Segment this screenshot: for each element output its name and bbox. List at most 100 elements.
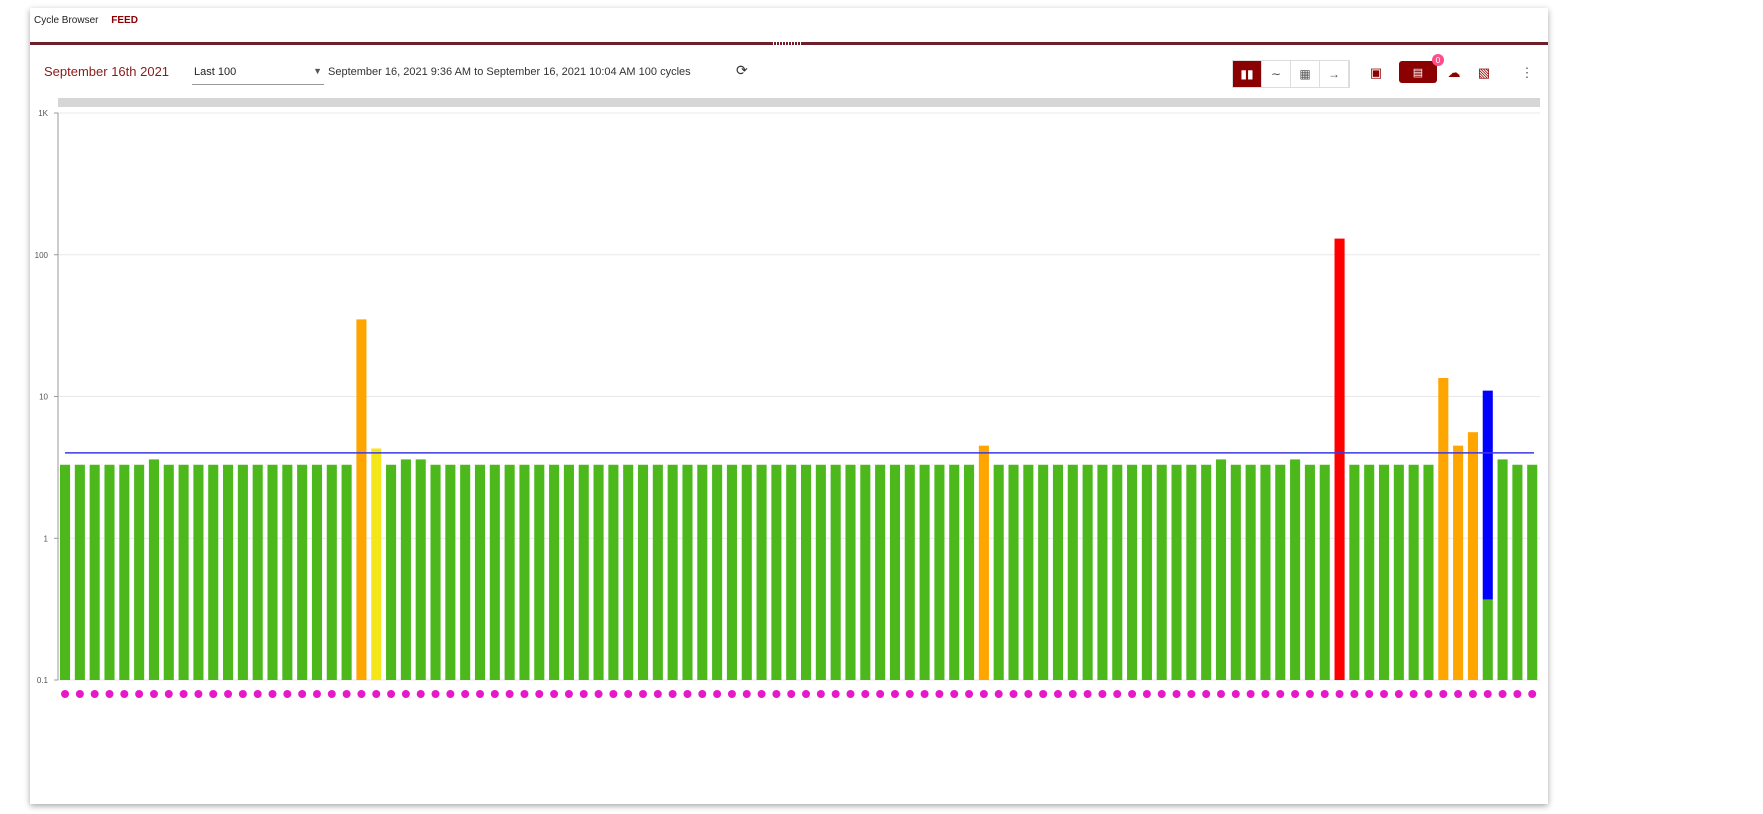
y-tick-label: 10	[39, 393, 48, 402]
bar	[297, 464, 308, 680]
cycle-marker	[624, 690, 633, 698]
bar	[1023, 464, 1034, 680]
bar	[889, 464, 900, 680]
bar	[504, 464, 515, 680]
cycle-marker	[890, 690, 899, 698]
cycle-marker	[520, 690, 529, 698]
bar	[697, 464, 708, 680]
cycle-marker	[1187, 690, 1196, 698]
bar	[1230, 464, 1241, 680]
bar	[741, 464, 752, 680]
bar	[208, 464, 219, 680]
bar	[282, 464, 293, 680]
bar	[326, 464, 337, 680]
bar	[1497, 459, 1508, 680]
cycle-marker	[135, 690, 144, 698]
cycle-marker	[1365, 690, 1374, 698]
bar	[519, 464, 530, 680]
cycle-marker	[1291, 690, 1300, 698]
cycle-marker	[446, 690, 455, 698]
bar	[1127, 464, 1138, 680]
bar	[1467, 432, 1478, 680]
cycle-marker	[905, 690, 914, 698]
cycle-marker	[75, 690, 84, 698]
bar	[623, 464, 634, 680]
bar	[549, 464, 560, 680]
cycle-marker	[401, 690, 410, 698]
bar	[148, 459, 159, 680]
bar	[1364, 464, 1375, 680]
bar	[1349, 464, 1360, 680]
bar	[1408, 464, 1419, 680]
cycle-marker	[935, 690, 944, 698]
bar	[1334, 238, 1345, 681]
cycle-marker	[431, 690, 440, 698]
cycle-marker	[1350, 690, 1359, 698]
bar	[1082, 464, 1093, 680]
bar	[1186, 464, 1197, 680]
cycle-marker	[713, 690, 722, 698]
cycle-marker	[1498, 690, 1507, 698]
cycle-marker	[61, 690, 70, 698]
cycle-marker	[653, 690, 662, 698]
bar	[1260, 464, 1271, 680]
bar	[904, 464, 915, 680]
cycle-marker	[564, 690, 573, 698]
bar	[89, 464, 100, 680]
cycle-marker	[1246, 690, 1255, 698]
bar	[400, 459, 411, 680]
bar	[1215, 459, 1227, 680]
cycle-marker	[312, 690, 321, 698]
cycle-marker	[1261, 690, 1270, 698]
bar	[637, 464, 649, 680]
cycle-marker	[149, 690, 158, 698]
bar	[1141, 464, 1152, 680]
bar	[934, 464, 945, 680]
bar	[534, 464, 545, 680]
bar	[993, 464, 1004, 680]
cycle-marker	[1068, 690, 1077, 698]
cycle-marker	[1083, 690, 1092, 698]
y-tick-label: 1K	[38, 109, 48, 118]
bar	[1275, 464, 1286, 680]
cycle-marker	[1009, 690, 1018, 698]
bar	[1201, 464, 1212, 680]
cycle-marker	[253, 690, 262, 698]
bar	[845, 464, 856, 680]
bar	[1097, 464, 1108, 680]
bar	[489, 464, 500, 680]
cycle-marker	[224, 690, 233, 698]
cycle-marker	[1409, 690, 1418, 698]
bar	[1393, 464, 1404, 680]
bar	[1482, 390, 1493, 600]
cycle-marker	[372, 690, 381, 698]
bar	[1438, 378, 1449, 680]
bar	[341, 464, 352, 680]
cycle-marker	[1113, 690, 1122, 698]
cycle-marker	[357, 690, 366, 698]
bar	[356, 319, 367, 680]
bar	[193, 464, 204, 680]
cycle-marker	[965, 690, 974, 698]
cycle-marker	[816, 690, 825, 698]
cycle-marker	[1335, 690, 1344, 698]
bar	[1482, 599, 1493, 680]
bar	[1423, 464, 1434, 680]
cycle-marker	[772, 690, 781, 698]
bar	[875, 464, 886, 680]
cycle-marker	[876, 690, 885, 698]
bar	[371, 448, 382, 680]
cycle-marker	[461, 690, 470, 698]
bar	[593, 464, 604, 680]
bar	[1052, 464, 1064, 680]
bar	[578, 464, 589, 680]
cycle-marker	[920, 690, 929, 698]
y-tick-label: 0.1	[37, 676, 49, 685]
cycle-marker	[1276, 690, 1285, 698]
bar	[460, 464, 471, 680]
bar	[1156, 464, 1167, 680]
cycle-marker	[609, 690, 618, 698]
cycle-marker	[268, 690, 277, 698]
cycle-marker	[1172, 690, 1181, 698]
bar	[652, 464, 663, 680]
